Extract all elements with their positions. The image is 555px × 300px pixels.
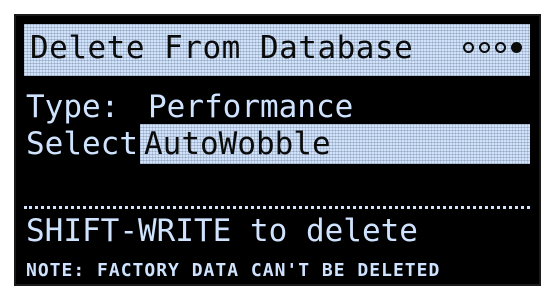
- screen-header: Delete From Database: [24, 24, 530, 76]
- select-label: Select:: [26, 126, 157, 162]
- page-dot-2-icon: [479, 42, 490, 53]
- select-value-field[interactable]: AutoWobble: [140, 124, 530, 164]
- select-row: Select:: [26, 129, 157, 160]
- type-value[interactable]: Performance: [148, 92, 353, 123]
- dotted-divider: [24, 206, 530, 209]
- factory-note: NOTE: FACTORY DATA CAN'T BE DELETED: [26, 260, 441, 281]
- type-label: Type:: [26, 89, 120, 125]
- page-dot-1-icon: [463, 42, 474, 53]
- device-bezel: Delete From Database Type: Performance S…: [0, 0, 555, 300]
- delete-hint: SHIFT-WRITE to delete: [26, 213, 418, 249]
- oled-screen: Delete From Database Type: Performance S…: [14, 14, 541, 286]
- type-row: Type:: [26, 92, 119, 123]
- page-dot-3-icon: [495, 42, 506, 53]
- page-title: Delete From Database: [30, 30, 414, 66]
- page-indicator: [463, 42, 522, 53]
- select-value: AutoWobble: [144, 126, 331, 162]
- page-dot-4-active-icon: [511, 42, 522, 53]
